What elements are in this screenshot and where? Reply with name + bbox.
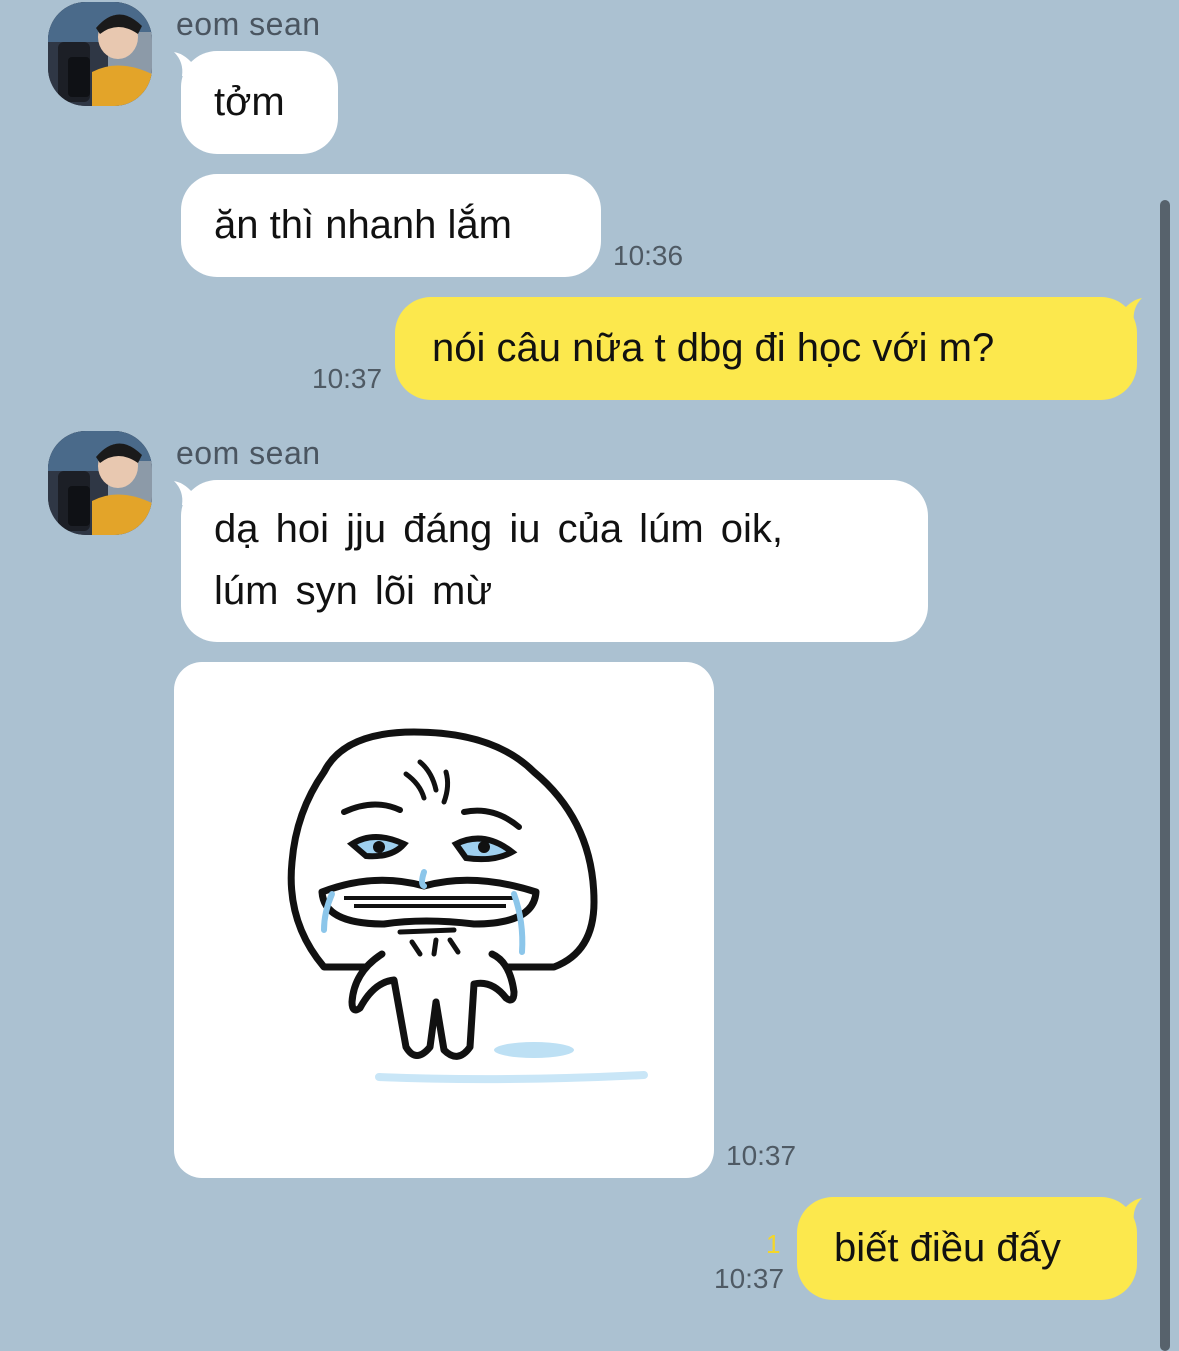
outgoing-message-bubble[interactable]: biết điều đấy bbox=[797, 1197, 1137, 1300]
scrollbar[interactable] bbox=[1160, 200, 1170, 1351]
sender-avatar[interactable] bbox=[48, 2, 152, 106]
message-timestamp: 10:37 bbox=[714, 1263, 785, 1294]
chat-area: eom sean tởm ăn thì nhanh lắm 10:36 10:3… bbox=[0, 0, 1179, 1351]
unread-count: 1 bbox=[766, 1229, 781, 1259]
message-text: nói câu nữa t dbg đi học với m? bbox=[432, 326, 995, 370]
incoming-message-bubble[interactable]: tởm bbox=[181, 51, 338, 154]
incoming-message-bubble[interactable]: dạ hoi jju đáng iu của lúm oik, lúm syn … bbox=[181, 480, 928, 642]
bubble-tail bbox=[1120, 1198, 1142, 1222]
message-text: tởm bbox=[214, 80, 285, 124]
message-text: biết điều đấy bbox=[834, 1226, 1061, 1270]
message-timestamp: 10:37 bbox=[312, 363, 383, 394]
outgoing-message-bubble[interactable]: nói câu nữa t dbg đi học với m? bbox=[395, 297, 1137, 400]
bubble-tail bbox=[1120, 298, 1142, 322]
sender-name: eom sean bbox=[176, 435, 321, 471]
message-text-line: dạ hoi jju đáng iu của lúm oik, bbox=[214, 507, 783, 551]
message-text: ăn thì nhanh lắm bbox=[214, 203, 512, 247]
sender-avatar[interactable] bbox=[48, 431, 152, 535]
profile-photo-icon bbox=[48, 2, 152, 106]
sticker-message[interactable] bbox=[174, 662, 714, 1178]
sender-name: eom sean bbox=[176, 6, 321, 42]
profile-photo-icon bbox=[48, 431, 152, 535]
incoming-message-bubble[interactable]: ăn thì nhanh lắm bbox=[181, 174, 601, 277]
message-timestamp: 10:37 bbox=[726, 1140, 797, 1171]
crying-blob-sticker-icon bbox=[287, 728, 648, 1084]
message-timestamp: 10:36 bbox=[613, 240, 684, 271]
message-text-line: lúm syn lõi mừ bbox=[214, 569, 493, 613]
